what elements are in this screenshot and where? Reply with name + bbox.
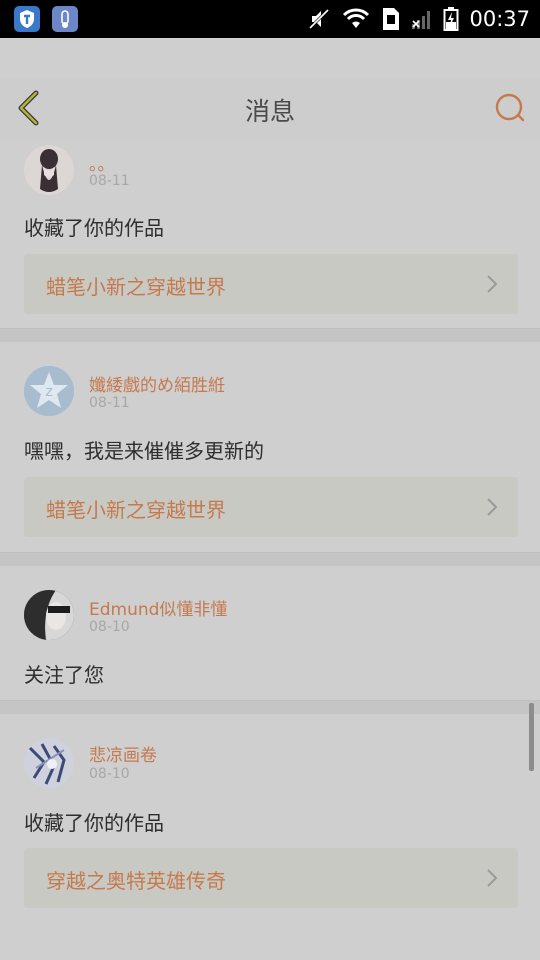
battery-charging-icon — [443, 7, 459, 31]
message-text: 嘿嘿，我是来催催多更新的 — [24, 439, 264, 463]
list-item[interactable]: 。。 08-11 收藏了你的作品 蜡笔小新之穿越世界 — [0, 142, 540, 328]
scrollbar[interactable] — [529, 703, 534, 771]
list-item[interactable]: z 孅緌戲的め絔胜絍 08-11 嘿嘿，我是来催催多更新的 蜡笔小新之穿越世界 — [0, 342, 540, 552]
app-icon — [52, 6, 78, 32]
list-item[interactable]: 悲凉画卷 08-10 收藏了你的作品 穿越之奥特英雄传奇 — [0, 714, 540, 960]
top-bar: 消息 — [0, 78, 540, 143]
wifi-icon — [343, 8, 370, 28]
username[interactable]: 悲凉画卷 — [89, 741, 157, 766]
clock: 00:37 — [469, 7, 530, 31]
chevron-right-icon — [487, 498, 498, 516]
chevron-right-icon — [487, 869, 498, 887]
chevron-right-icon — [487, 275, 498, 293]
message-screen: 00:37 消息 。。 08-11 收藏了你的作品 蜡笔小新之穿越世界 z 孅緌… — [0, 0, 540, 960]
divider — [0, 328, 540, 343]
divider — [0, 552, 540, 567]
date: 08-10 — [89, 619, 130, 635]
date: 08-10 — [89, 766, 130, 782]
avatar[interactable] — [24, 145, 74, 195]
message-text: 收藏了你的作品 — [24, 216, 164, 240]
page-title: 消息 — [244, 97, 295, 126]
svg-text:z: z — [45, 384, 52, 400]
avatar[interactable] — [24, 590, 74, 640]
shield-icon — [14, 6, 40, 32]
search-button[interactable] — [494, 92, 526, 124]
search-icon — [495, 93, 525, 122]
username[interactable]: Edmund似懂非懂 — [89, 595, 227, 620]
work-title: 蜡笔小新之穿越世界 — [46, 498, 226, 522]
list-item[interactable]: Edmund似懂非懂 08-10 关注了您 — [0, 566, 540, 700]
date: 08-11 — [89, 173, 130, 189]
work-link[interactable]: 蜡笔小新之穿越世界 — [24, 254, 518, 314]
avatar[interactable] — [24, 738, 74, 788]
divider — [0, 700, 540, 715]
message-text: 收藏了你的作品 — [24, 811, 164, 835]
date: 08-11 — [89, 395, 130, 411]
message-text: 关注了您 — [24, 663, 104, 687]
status-system-icons: 00:37 — [307, 5, 530, 33]
work-title: 穿越之奥特英雄传奇 — [46, 869, 226, 893]
signal-icon — [412, 11, 431, 29]
sim-icon — [383, 8, 400, 30]
mute-icon — [309, 8, 330, 30]
avatar[interactable]: z — [24, 366, 74, 416]
username[interactable]: 。。 — [89, 150, 115, 175]
work-link[interactable]: 蜡笔小新之穿越世界 — [24, 477, 518, 537]
work-link[interactable]: 穿越之奥特英雄传奇 — [24, 848, 518, 908]
username[interactable]: 孅緌戲的め絔胜絍 — [89, 371, 225, 396]
status-notifications — [14, 6, 78, 32]
work-title: 蜡笔小新之穿越世界 — [46, 275, 226, 299]
status-bar: 00:37 — [0, 0, 540, 38]
